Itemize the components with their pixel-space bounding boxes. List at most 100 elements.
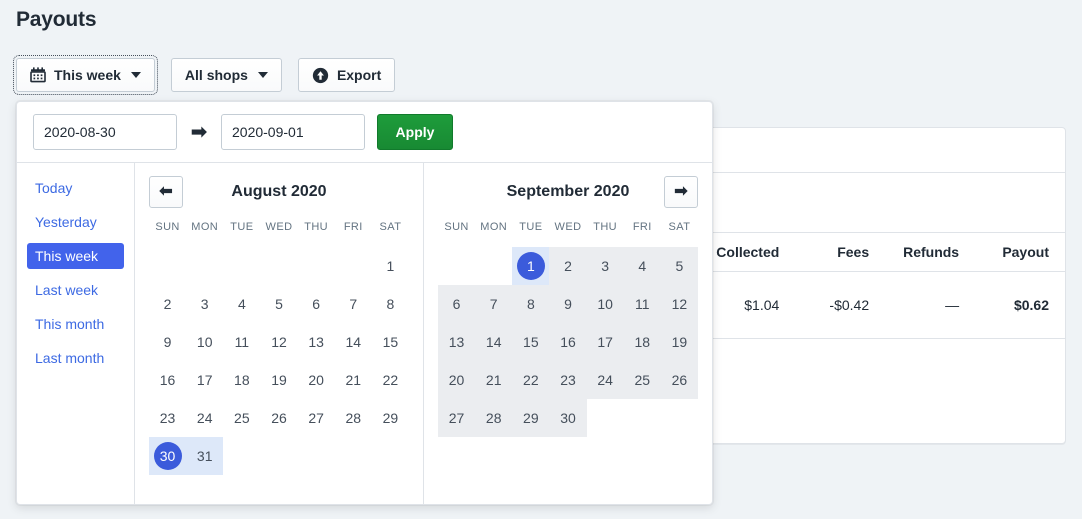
calendar-day[interactable]: 6	[298, 285, 335, 323]
calendar-day[interactable]: 7	[335, 285, 372, 323]
calendar-day-empty	[335, 437, 372, 475]
calendar-day-number: 24	[196, 410, 213, 426]
calendar-day[interactable]: 1	[372, 247, 409, 285]
date-preset-yesterday[interactable]: Yesterday	[27, 209, 124, 235]
next-month-button[interactable]: ➡	[664, 176, 698, 208]
calendar-day[interactable]: 17	[186, 361, 223, 399]
calendar-day: 7	[475, 285, 513, 323]
chevron-down-icon	[130, 72, 141, 78]
cell-fees: -$0.42	[795, 271, 886, 339]
calendar-day[interactable]: 28	[335, 399, 372, 437]
calendar-day-number: 18	[634, 334, 651, 350]
calendar-day: 13	[438, 323, 476, 361]
calendar-day: 30	[549, 399, 587, 437]
calendar-week-row: 2 3 4 5 6 7 8	[149, 285, 409, 323]
calendar-day[interactable]: 20	[298, 361, 335, 399]
start-date-input[interactable]	[33, 114, 177, 150]
calendar-day[interactable]: 26	[260, 399, 297, 437]
calendar-day: 15	[512, 323, 550, 361]
calendar-day[interactable]: 25	[223, 399, 260, 437]
weekday-sun: SUN	[155, 221, 180, 233]
calendar-day[interactable]: 9	[149, 323, 186, 361]
calendar-day-empty	[298, 437, 335, 475]
calendar-day[interactable]: 21	[335, 361, 372, 399]
calendar-day-number: 14	[345, 334, 362, 350]
calendar-body-left: 1 2 3 4 5 6 7 8 9 10 11 12 13 14 15 16 17 18 19 20 21 22 23 24 2…	[149, 247, 409, 475]
month-title-left: August 2020	[231, 183, 327, 200]
date-preset-today[interactable]: Today	[27, 175, 124, 201]
calendar-week-row: 27 28 29 30	[438, 399, 698, 437]
date-preset-last-week[interactable]: Last week	[27, 277, 124, 303]
month-header-left: ⬅ August 2020	[149, 175, 409, 209]
calendar-day: 9	[549, 285, 587, 323]
calendar-day-number: 13	[448, 334, 465, 350]
calendar-day[interactable]: 27	[298, 399, 335, 437]
calendar-day-number: 16	[560, 334, 576, 350]
calendar-day[interactable]: 23	[149, 399, 186, 437]
calendar-day-empty	[624, 399, 661, 437]
weekday-header-row: SUN MON TUE WED THU FRI SAT	[438, 215, 698, 247]
weekday-sun: SUN	[444, 221, 469, 233]
date-preset-last-month[interactable]: Last month	[27, 345, 124, 371]
page-title: Payouts	[16, 8, 97, 31]
calendar-day[interactable]: 1	[512, 247, 550, 285]
shop-filter-button[interactable]: All shops	[170, 58, 282, 92]
weekday-tue: TUE	[519, 221, 543, 233]
calendar-day-number: 8	[526, 296, 535, 312]
calendar-day[interactable]: 2	[149, 285, 186, 323]
calendar-day[interactable]: 30	[149, 437, 187, 475]
calendar-day[interactable]: 13	[298, 323, 335, 361]
month-header-right: September 2020 ➡	[438, 175, 698, 209]
weekday-sat: SAT	[379, 221, 402, 233]
calendar-day[interactable]: 11	[223, 323, 260, 361]
calendar-day-number: 12	[271, 334, 287, 350]
calendar-day-number: 18	[234, 372, 250, 388]
calendar-day[interactable]: 12	[260, 323, 297, 361]
export-button[interactable]: Export	[297, 58, 396, 92]
calendar-day[interactable]: 4	[223, 285, 260, 323]
calendar-day[interactable]: 8	[372, 285, 409, 323]
calendar-day: 3	[586, 247, 624, 285]
calendar-day[interactable]: 18	[223, 361, 260, 399]
end-date-input[interactable]	[221, 114, 365, 150]
calendar-day: 26	[660, 361, 698, 399]
date-preset-this-week[interactable]: This week	[27, 243, 124, 269]
calendar-week-row: 20 21 22 23 24 25 26	[438, 361, 698, 399]
apply-button[interactable]: Apply	[377, 114, 453, 150]
calendar-month-left: ⬅ August 2020 SUN MON TUE WED THU FRI SAT 1234…	[135, 163, 423, 504]
calendar-day-number: 31	[196, 448, 213, 464]
prev-month-button[interactable]: ⬅	[149, 176, 183, 208]
calendar-day-number: 28	[345, 410, 362, 426]
calendar-day: 18	[623, 323, 661, 361]
calendar-day: 19	[660, 323, 698, 361]
calendar-day[interactable]: 5	[260, 285, 297, 323]
calendar-day[interactable]: 24	[186, 399, 223, 437]
calendar-day[interactable]: 15	[372, 323, 409, 361]
cell-refunds: —	[885, 271, 976, 339]
calendar-day-empty	[260, 247, 297, 285]
calendar-day-number: 19	[671, 334, 688, 350]
calendar-day[interactable]: 22	[372, 361, 409, 399]
calendar-day-number: 28	[485, 410, 502, 426]
calendar-day: 16	[549, 323, 587, 361]
calendar-day[interactable]: 3	[186, 285, 223, 323]
table-header-payout: Payout	[975, 233, 1065, 272]
calendar-day-number: 2	[564, 258, 572, 274]
date-range-filter-button[interactable]: This week	[13, 55, 158, 95]
date-range-filter-label: This week	[54, 67, 121, 83]
calendar-day-empty	[298, 247, 335, 285]
calendar-day-number: 4	[237, 296, 246, 312]
calendar-day-number: 2	[163, 296, 172, 312]
date-preset-this-month[interactable]: This month	[27, 311, 124, 337]
calendar-day[interactable]: 10	[186, 323, 223, 361]
calendar-day: 28	[475, 399, 513, 437]
calendar-day[interactable]: 16	[149, 361, 186, 399]
calendar-day-number: 5	[675, 258, 684, 274]
calendar-day[interactable]: 29	[372, 399, 409, 437]
calendar-day-number: 7	[349, 296, 358, 312]
calendar-day[interactable]: 14	[335, 323, 372, 361]
calendar-day[interactable]: 19	[260, 361, 297, 399]
calendar-day-number: 6	[452, 296, 461, 312]
calendar-day[interactable]: 31	[186, 437, 224, 475]
calendar-day-number: 12	[671, 296, 688, 312]
